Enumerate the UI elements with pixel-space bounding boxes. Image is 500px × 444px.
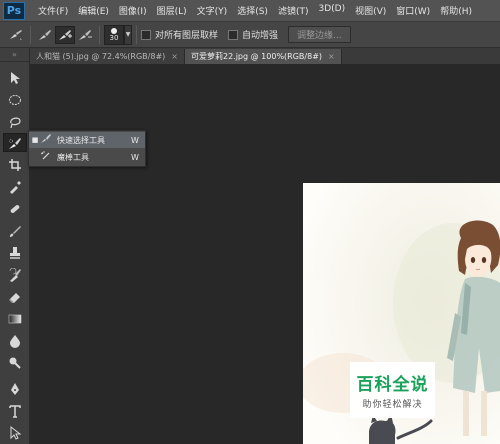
pen-tool-icon[interactable] [3,379,27,398]
add-to-selection-icon[interactable] [55,25,75,44]
brush-size-value: 30 [109,33,119,42]
tab-document-2[interactable]: 可爱萝莉22.jpg @ 100%(RGB/8#) × [184,49,342,64]
clone-stamp-tool-icon[interactable] [3,243,27,262]
tab-label: 可爱萝莉22.jpg @ 100%(RGB/8#) [190,52,323,61]
photoshop-logo: Ps [3,1,25,20]
magic-wand-icon [39,150,53,164]
eraser-tool-icon[interactable] [3,287,27,306]
marquee-tool-icon[interactable] [3,90,27,109]
gradient-tool-icon[interactable] [3,309,27,328]
auto-enhance-checkbox[interactable]: 自动增强 [228,28,278,41]
brush-tool-icon[interactable] [3,221,27,240]
menu-type[interactable]: 文字(Y) [194,4,235,17]
lasso-tool-icon[interactable] [3,112,27,131]
menu-window[interactable]: 窗口(W) [393,4,437,17]
shortcut-key: W [131,152,139,162]
separator [136,25,137,44]
menu-layer[interactable]: 图层(L) [154,4,194,17]
eyedropper-tool-icon[interactable] [3,177,27,196]
shortcut-key: W [131,135,139,145]
dodge-tool-icon[interactable] [3,353,27,372]
brush-size-picker[interactable]: 30 [104,24,124,45]
panel-collapse-icon[interactable]: » [0,48,29,62]
menu-filter[interactable]: 滤镜(T) [275,4,316,17]
tool-flyout-menu: ■ 快速选择工具 W 魔棒工具 W [28,130,146,167]
quick-selection-icon [39,133,53,147]
watermark-title: 百科全说 [356,375,429,395]
menu-help[interactable]: 帮助(H) [437,4,479,17]
flyout-item-label: 快速选择工具 [57,135,105,145]
watermark-subtitle: 助你轻松解决 [362,400,423,410]
quick-selection-tool-icon[interactable] [3,133,27,152]
menu-select[interactable]: 选择(S) [234,4,275,17]
tool-preset-picker-icon[interactable] [6,26,26,44]
crop-tool-icon[interactable] [3,155,27,174]
flyout-item-quick-selection[interactable]: ■ 快速选择工具 W [29,132,145,148]
menu-file[interactable]: 文件(F) [35,4,75,17]
menu-view[interactable]: 视图(V) [352,4,393,17]
type-tool-icon[interactable] [3,401,27,420]
flyout-item-label: 魔棒工具 [57,152,89,162]
auto-enhance-label: 自动增强 [242,31,279,41]
menu-3d[interactable]: 3D(D) [315,4,352,17]
tab-label: 人和猫 (5).jpg @ 72.4%(RGB/8#) [36,52,166,61]
tab-document-1[interactable]: 人和猫 (5).jpg @ 72.4%(RGB/8#) × [30,49,185,64]
sample-all-layers-checkbox[interactable]: 对所有图层取样 [141,28,218,41]
close-icon[interactable]: × [328,52,335,61]
menu-edit[interactable]: 编辑(E) [75,4,116,17]
chevron-down-icon[interactable]: ▼ [124,24,132,45]
menu-bar: Ps 文件(F) 编辑(E) 图像(I) 图层(L) 文字(Y) 选择(S) 滤… [0,0,500,22]
blur-tool-icon[interactable] [3,331,27,350]
tools-panel: » [0,48,30,444]
refine-edge-button[interactable]: 调整边缘... [288,26,351,43]
document-tabs: 人和猫 (5).jpg @ 72.4%(RGB/8#) × 可爱萝莉22.jpg… [30,48,500,64]
checkbox-box[interactable] [141,29,151,40]
close-icon[interactable]: × [171,52,178,61]
menu-items: 文件(F) 编辑(E) 图像(I) 图层(L) 文字(Y) 选择(S) 滤镜(T… [35,4,479,17]
separator [99,25,100,44]
subtract-from-selection-icon[interactable] [75,26,95,44]
menu-image[interactable]: 图像(I) [116,4,154,17]
new-selection-icon[interactable] [35,26,55,44]
path-selection-tool-icon[interactable] [3,423,27,442]
separator [30,25,31,44]
selected-marker: ■ [31,136,39,144]
watermark-badge: 百科全说 助你轻松解决 [350,362,435,418]
history-brush-tool-icon[interactable] [3,265,27,284]
flyout-item-magic-wand[interactable]: 魔棒工具 W [29,149,145,165]
checkbox-box[interactable] [228,29,239,40]
options-bar: 30 ▼ 对所有图层取样 自动增强 调整边缘... [0,22,500,48]
healing-brush-tool-icon[interactable] [3,199,27,218]
sample-all-layers-label: 对所有图层取样 [155,31,219,41]
move-tool-icon[interactable] [3,68,27,87]
